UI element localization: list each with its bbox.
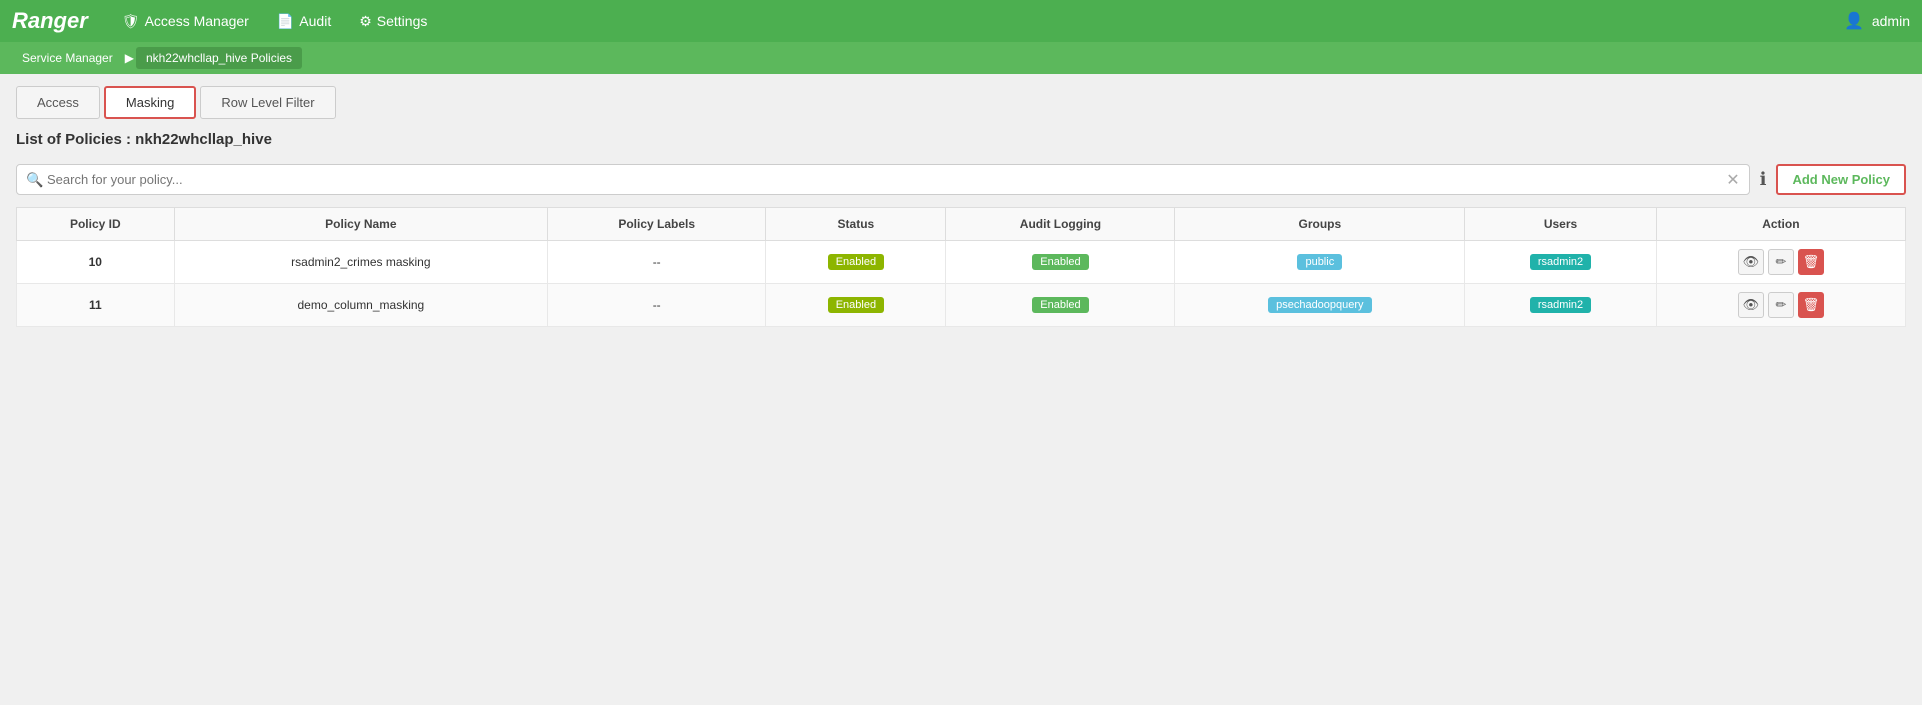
top-navigation: Ranger 🛡 Access Manager 📄 Audit ⚙ Settin… xyxy=(0,0,1922,42)
gear-icon: ⚙ xyxy=(359,13,372,30)
nav-user-area: 👤 admin xyxy=(1844,11,1910,31)
shield-icon: 🛡 xyxy=(122,13,140,30)
cell-policy-labels: -- xyxy=(548,284,766,327)
action-icons: 👁 ✏ 🗑 xyxy=(1667,249,1895,275)
status-badge: Enabled xyxy=(828,254,884,270)
cell-users: rsadmin2 xyxy=(1465,284,1657,327)
nav-access-manager[interactable]: 🛡 Access Manager xyxy=(108,0,263,42)
nav-audit-label: Audit xyxy=(299,13,331,29)
user-icon: 👤 xyxy=(1844,11,1864,31)
brand-logo: Ranger xyxy=(12,8,88,34)
cell-policy-id: 11 xyxy=(17,284,175,327)
delete-button[interactable]: 🗑 xyxy=(1798,249,1824,275)
group-badge: public xyxy=(1297,254,1342,270)
cell-status: Enabled xyxy=(766,284,946,327)
cell-policy-id: 10 xyxy=(17,241,175,284)
search-clear-icon[interactable]: ✕ xyxy=(1726,170,1739,190)
col-header-groups: Groups xyxy=(1175,208,1465,241)
cell-policy-name: demo_column_masking xyxy=(174,284,547,327)
cell-action: 👁 ✏ 🗑 xyxy=(1656,241,1905,284)
breadcrumb-service-manager[interactable]: Service Manager xyxy=(12,47,123,69)
search-wrapper: 🔍 ✕ xyxy=(16,164,1750,195)
cell-audit-logging: Enabled xyxy=(946,241,1175,284)
policy-tabs: Access Masking Row Level Filter xyxy=(16,86,1906,119)
add-new-policy-button[interactable]: Add New Policy xyxy=(1776,164,1906,195)
nav-settings-label: Settings xyxy=(377,13,428,29)
table-header: Policy ID Policy Name Policy Labels Stat… xyxy=(17,208,1906,241)
nav-settings[interactable]: ⚙ Settings xyxy=(345,0,441,42)
cell-users: rsadmin2 xyxy=(1465,241,1657,284)
tab-masking[interactable]: Masking xyxy=(104,86,196,119)
cell-policy-name: rsadmin2_crimes masking xyxy=(174,241,547,284)
cell-status: Enabled xyxy=(766,241,946,284)
cell-action: 👁 ✏ 🗑 xyxy=(1656,284,1905,327)
tab-row-level-filter[interactable]: Row Level Filter xyxy=(200,86,335,119)
edit-button[interactable]: ✏ xyxy=(1768,292,1794,318)
table-row: 10 rsadmin2_crimes masking -- Enabled En… xyxy=(17,241,1906,284)
breadcrumb: Service Manager ▶ nkh22whcllap_hive Poli… xyxy=(0,42,1922,74)
audit-icon: 📄 xyxy=(277,13,294,30)
nav-audit[interactable]: 📄 Audit xyxy=(263,0,345,42)
cell-groups: psechadoopquery xyxy=(1175,284,1465,327)
nav-admin-label: admin xyxy=(1872,13,1910,29)
audit-badge: Enabled xyxy=(1032,297,1088,313)
view-button[interactable]: 👁 xyxy=(1738,292,1764,318)
nav-access-manager-label: Access Manager xyxy=(145,13,249,29)
status-badge: Enabled xyxy=(828,297,884,313)
edit-button[interactable]: ✏ xyxy=(1768,249,1794,275)
view-button[interactable]: 👁 xyxy=(1738,249,1764,275)
user-badge: rsadmin2 xyxy=(1530,297,1591,313)
breadcrumb-separator: ▶ xyxy=(125,51,134,65)
tab-access[interactable]: Access xyxy=(16,86,100,119)
search-input[interactable] xyxy=(16,164,1750,195)
cell-policy-labels: -- xyxy=(548,241,766,284)
main-content: Access Masking Row Level Filter List of … xyxy=(0,74,1922,339)
action-icons: 👁 ✏ 🗑 xyxy=(1667,292,1895,318)
search-area: 🔍 ✕ ℹ Add New Policy xyxy=(16,164,1906,195)
col-header-status: Status xyxy=(766,208,946,241)
delete-button[interactable]: 🗑 xyxy=(1798,292,1824,318)
col-header-policy-name: Policy Name xyxy=(174,208,547,241)
col-header-policy-id: Policy ID xyxy=(17,208,175,241)
search-icon: 🔍 xyxy=(26,171,43,188)
user-badge: rsadmin2 xyxy=(1530,254,1591,270)
info-icon[interactable]: ℹ xyxy=(1760,169,1767,190)
col-header-audit-logging: Audit Logging xyxy=(946,208,1175,241)
page-title: List of Policies : nkh22whcllap_hive xyxy=(16,131,1906,148)
cell-groups: public xyxy=(1175,241,1465,284)
col-header-action: Action xyxy=(1656,208,1905,241)
group-badge: psechadoopquery xyxy=(1268,297,1371,313)
breadcrumb-current: nkh22whcllap_hive Policies xyxy=(136,47,302,69)
col-header-policy-labels: Policy Labels xyxy=(548,208,766,241)
cell-audit-logging: Enabled xyxy=(946,284,1175,327)
policies-table: Policy ID Policy Name Policy Labels Stat… xyxy=(16,207,1906,327)
table-body: 10 rsadmin2_crimes masking -- Enabled En… xyxy=(17,241,1906,327)
col-header-users: Users xyxy=(1465,208,1657,241)
audit-badge: Enabled xyxy=(1032,254,1088,270)
table-row: 11 demo_column_masking -- Enabled Enable… xyxy=(17,284,1906,327)
